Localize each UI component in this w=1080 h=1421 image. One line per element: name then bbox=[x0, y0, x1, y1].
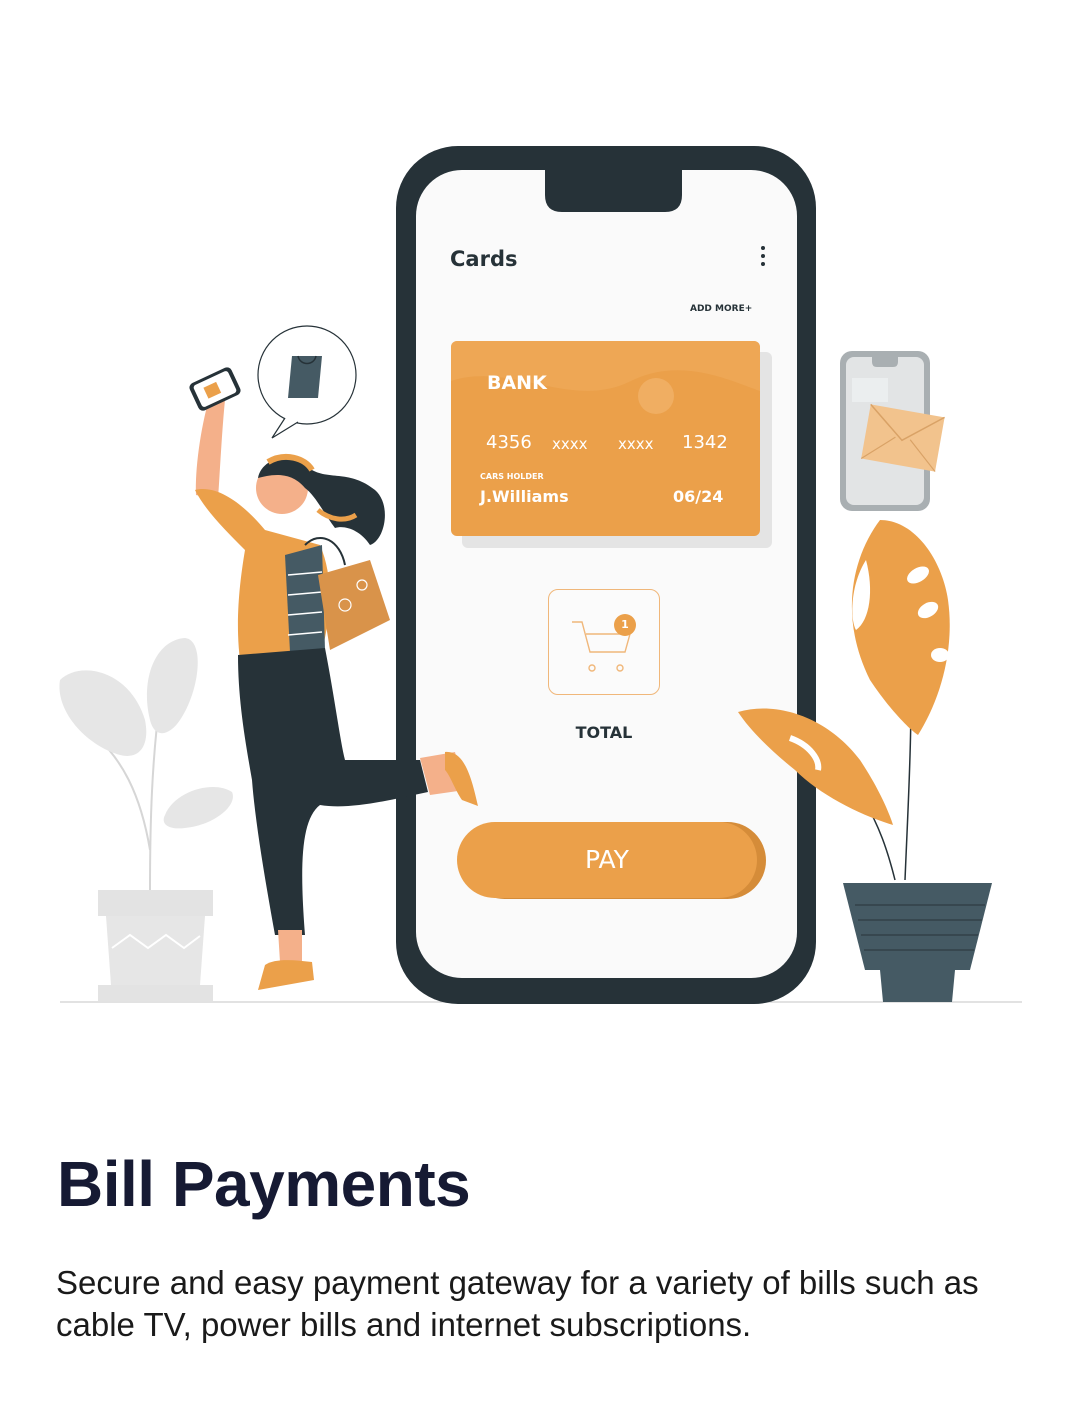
card-number-group-3: xxxx bbox=[618, 435, 654, 453]
card-expiry: 06/24 bbox=[673, 487, 724, 506]
add-more-link[interactable]: ADD MORE+ bbox=[690, 304, 752, 314]
pay-button[interactable]: PAY bbox=[457, 822, 757, 898]
bank-card[interactable]: BANK 4356 xxxx xxxx 1342 CARS HOLDER J.W… bbox=[451, 341, 760, 536]
total-label: TOTAL bbox=[575, 723, 633, 742]
page-description: Secure and easy payment gateway for a va… bbox=[56, 1264, 979, 1343]
card-number-group-4: 1342 bbox=[682, 432, 728, 453]
more-vertical-icon[interactable] bbox=[752, 246, 774, 274]
small-phone-illustration bbox=[840, 351, 945, 511]
card-holder-name: J.Williams bbox=[480, 487, 569, 506]
grey-plant-illustration bbox=[59, 638, 233, 1001]
card-number-group-2: xxxx bbox=[552, 435, 588, 453]
card-holder-label: CARS HOLDER bbox=[480, 472, 544, 481]
cart-count-badge: 1 bbox=[614, 614, 636, 636]
card-number-group-1: 4356 bbox=[486, 432, 532, 453]
card-bank-name: BANK bbox=[487, 372, 547, 394]
cards-screen-title: Cards bbox=[450, 247, 518, 271]
shopping-cart-icon[interactable] bbox=[548, 589, 660, 695]
page-title: Bill Payments bbox=[57, 1148, 471, 1220]
